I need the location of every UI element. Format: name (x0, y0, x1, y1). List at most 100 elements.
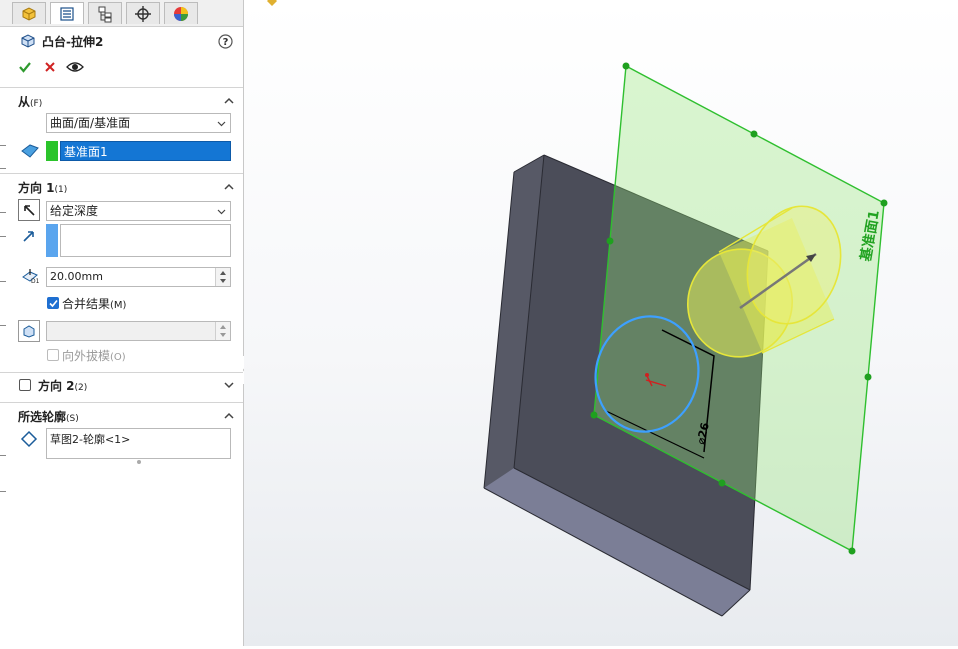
depth-value: 20.00mm (50, 270, 103, 283)
tab-feature-manager[interactable] (12, 2, 46, 24)
from-section-header[interactable]: 从(F) (18, 93, 42, 110)
selected-contours-list[interactable]: 草图2-轮廓<1> (46, 428, 231, 459)
direction2-title: 方向 2 (38, 379, 75, 393)
configuration-manager-icon (98, 6, 112, 22)
direction-arrow-icon (23, 231, 34, 242)
tab-dimxpert-manager[interactable] (126, 2, 160, 24)
property-manager-panel: 凸台-拉伸2 ? 从(F) 曲面/面/基准面 基准面1 方向 1(1) 给定深度… (0, 0, 244, 646)
expand-direction2-icon[interactable] (223, 379, 235, 391)
edge-tick (0, 212, 6, 213)
direction2-mnemonic: (2) (74, 383, 88, 393)
from-section-title: 从 (18, 95, 31, 109)
draft-icon (23, 325, 35, 338)
selected-contours-title: 所选轮廓 (18, 410, 67, 424)
plane-handle[interactable] (848, 547, 856, 555)
depth-icon: D1 (22, 269, 40, 285)
graphics-area[interactable]: 基准面1 ⌀26 (244, 0, 958, 646)
edge-tick (0, 491, 6, 492)
svg-text:D1: D1 (31, 278, 40, 285)
selection-color-swatch (46, 141, 58, 161)
feature-title: 凸台-拉伸2 (42, 35, 104, 49)
depth-spinner[interactable] (215, 268, 230, 286)
collapse-direction1-icon[interactable] (223, 181, 235, 193)
merge-result-text: 合并结果 (62, 297, 111, 311)
merge-result-mnemonic: (M) (110, 300, 127, 311)
cancel-button[interactable] (44, 61, 56, 73)
spin-down-icon (220, 333, 226, 337)
checkmark-icon (49, 299, 58, 308)
draft-outward-mnemonic: (O) (110, 352, 126, 363)
collapse-from-icon[interactable] (223, 95, 235, 107)
help-icon[interactable]: ? (218, 34, 233, 49)
tab-configuration-manager[interactable] (88, 2, 122, 24)
divider (0, 372, 243, 373)
divider (0, 402, 243, 403)
plane-handle[interactable] (622, 62, 630, 70)
tab-property-manager[interactable] (50, 2, 84, 24)
reverse-direction-icon (24, 205, 35, 216)
preview-eye-icon[interactable] (66, 60, 84, 74)
depth-input[interactable]: 20.00mm (46, 267, 231, 287)
end-condition-select[interactable]: 给定深度 (46, 201, 231, 221)
spin-down-icon (220, 279, 226, 283)
ok-button[interactable] (18, 60, 32, 74)
from-entity-value: 基准面1 (64, 145, 108, 159)
sketch-contour-icon (20, 430, 38, 448)
plane-handle[interactable] (606, 237, 614, 245)
from-type-value: 曲面/面/基准面 (50, 116, 131, 130)
plane-handle[interactable] (590, 411, 598, 419)
direction1-mnemonic: (1) (54, 185, 68, 195)
edge-tick (0, 145, 6, 146)
chevron-down-icon (217, 121, 226, 127)
edge-tick (0, 281, 6, 282)
draft-angle-spinner (215, 322, 230, 340)
draft-outward-checkbox (47, 349, 59, 361)
edge-tick (0, 325, 6, 326)
end-condition-value: 给定深度 (50, 204, 99, 218)
edge-tick (0, 455, 6, 456)
manager-tab-bar (0, 0, 243, 27)
direction1-title: 方向 1 (18, 181, 55, 195)
from-type-select[interactable]: 曲面/面/基准面 (46, 113, 231, 133)
model-scene[interactable]: 基准面1 ⌀26 (244, 0, 958, 646)
spin-up-icon (220, 271, 226, 275)
edge-tick (0, 168, 6, 169)
direction2-checkbox[interactable] (19, 379, 31, 391)
selected-contours-header[interactable]: 所选轮廓(S) (18, 408, 79, 425)
tab-display-manager[interactable] (164, 2, 198, 24)
resize-grip-icon[interactable] (136, 459, 142, 465)
draft-toggle-button[interactable] (18, 320, 40, 342)
plane-handle[interactable] (864, 373, 872, 381)
chevron-down-icon (217, 209, 226, 215)
from-section-mnemonic: (F) (30, 99, 43, 109)
direction2-section-header[interactable]: 方向 2(2) (38, 377, 87, 394)
breadcrumb-icon[interactable] (267, 0, 277, 6)
plane-handle[interactable] (880, 199, 888, 207)
direction-color-swatch (46, 224, 58, 257)
draft-outward-text: 向外拔模 (62, 349, 111, 363)
merge-result-label[interactable]: 合并结果(M) (62, 295, 126, 312)
plane-handle[interactable] (718, 479, 726, 487)
draft-angle-input (46, 321, 231, 341)
from-entity-field[interactable]: 基准面1 (60, 141, 231, 161)
extrude-boss-icon (21, 34, 35, 48)
svg-text:?: ? (223, 37, 229, 48)
collapse-contours-icon[interactable] (223, 410, 235, 422)
spin-up-icon (220, 325, 226, 329)
draft-outward-label: 向外拔模(O) (62, 347, 126, 364)
direction1-section-header[interactable]: 方向 1(1) (18, 179, 67, 196)
feature-manager-icon (22, 6, 36, 21)
direction-vector-field[interactable] (60, 224, 231, 257)
plane-selection-icon (21, 144, 39, 158)
merge-result-checkbox[interactable] (47, 297, 59, 309)
property-manager-icon (60, 6, 74, 21)
selected-contours-mnemonic: (S) (66, 414, 79, 424)
reverse-direction-button[interactable] (18, 199, 40, 221)
plane-handle[interactable] (750, 130, 758, 138)
divider (0, 87, 243, 88)
dimxpert-icon (135, 5, 151, 22)
divider (0, 173, 243, 174)
selected-contour-item[interactable]: 草图2-轮廓<1> (50, 431, 130, 447)
display-manager-icon (174, 6, 188, 21)
edge-tick (0, 236, 6, 237)
